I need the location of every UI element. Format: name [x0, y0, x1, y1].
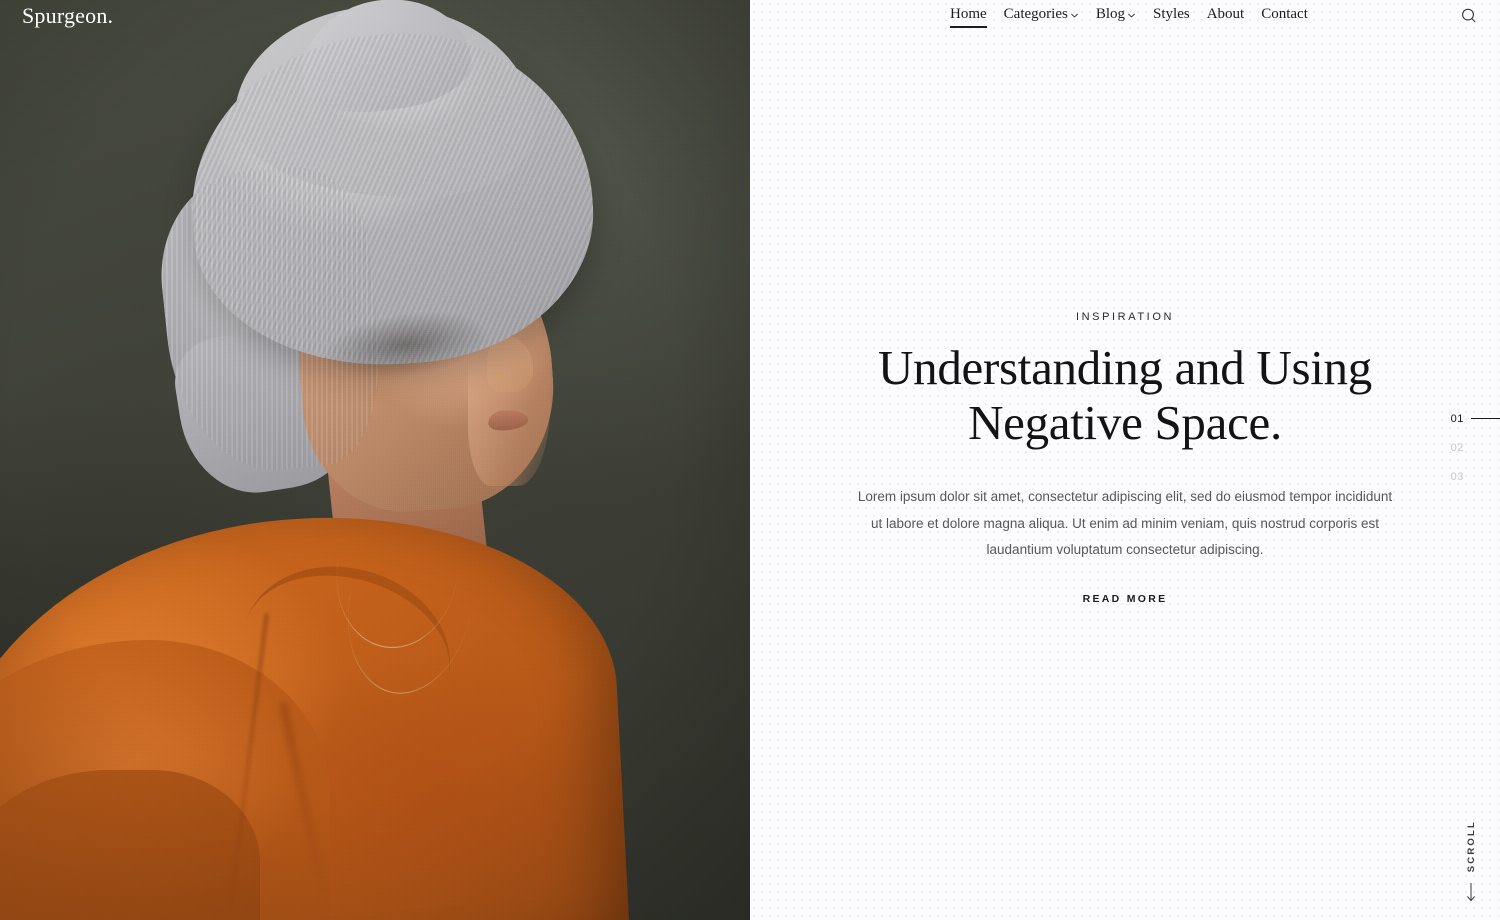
content-panel: Home Categories Blog Styles About Contac…	[750, 0, 1500, 920]
nav-item-about[interactable]: About	[1207, 6, 1245, 25]
nav-label-home: Home	[950, 5, 987, 22]
nav-list: Home Categories Blog Styles About Contac…	[950, 5, 1308, 28]
nav-item-styles[interactable]: Styles	[1153, 6, 1190, 25]
photo-vignette	[0, 0, 750, 920]
nav-item-categories[interactable]: Categories	[1004, 6, 1079, 25]
page-title: Understanding and Using Negative Space.	[878, 339, 1372, 450]
hero-section: INSPIRATION Understanding and Using Nega…	[750, 0, 1500, 920]
nav-label-styles: Styles	[1153, 5, 1190, 22]
hero-body-text: Lorem ipsum dolor sit amet, consectetur …	[857, 489, 1393, 558]
nav-label-about: About	[1206, 5, 1245, 22]
slide-indicators: 01 02 03	[1440, 404, 1500, 491]
nav-label-blog: Blog	[1095, 5, 1126, 22]
landing-page: Spurgeon. Home Categories Blog Styles Ab…	[0, 0, 1500, 920]
slide-indicator-02[interactable]: 02	[1440, 433, 1500, 462]
main-navigation: Home Categories Blog Styles About Contac…	[750, 0, 1500, 30]
slide-indicator-03[interactable]: 03	[1440, 462, 1500, 491]
hero-photo-panel: Spurgeon.	[0, 0, 750, 920]
nav-item-blog[interactable]: Blog	[1096, 6, 1136, 25]
scroll-label: SCROLL	[1465, 819, 1477, 872]
slide-active-line	[1471, 417, 1500, 420]
arrow-down-icon	[1465, 882, 1477, 904]
read-more-button[interactable]: READ MORE	[1083, 589, 1168, 609]
search-icon[interactable]	[1460, 7, 1478, 25]
nav-label-categories: Categories	[1003, 5, 1068, 22]
nav-item-contact[interactable]: Contact	[1261, 6, 1308, 25]
slide-number: 03	[1450, 470, 1464, 483]
nav-item-home[interactable]: Home	[950, 5, 987, 28]
slide-indicator-01[interactable]: 01	[1440, 404, 1500, 433]
site-logo[interactable]: Spurgeon.	[22, 3, 113, 29]
nav-label-contact: Contact	[1261, 5, 1308, 22]
slide-number: 01	[1450, 412, 1464, 425]
scroll-indicator[interactable]: SCROLL	[1456, 820, 1486, 904]
chevron-down-icon	[1070, 11, 1079, 20]
chevron-down-icon	[1127, 11, 1136, 20]
hero-eyebrow: INSPIRATION	[1075, 310, 1175, 323]
slide-number: 02	[1450, 441, 1464, 454]
